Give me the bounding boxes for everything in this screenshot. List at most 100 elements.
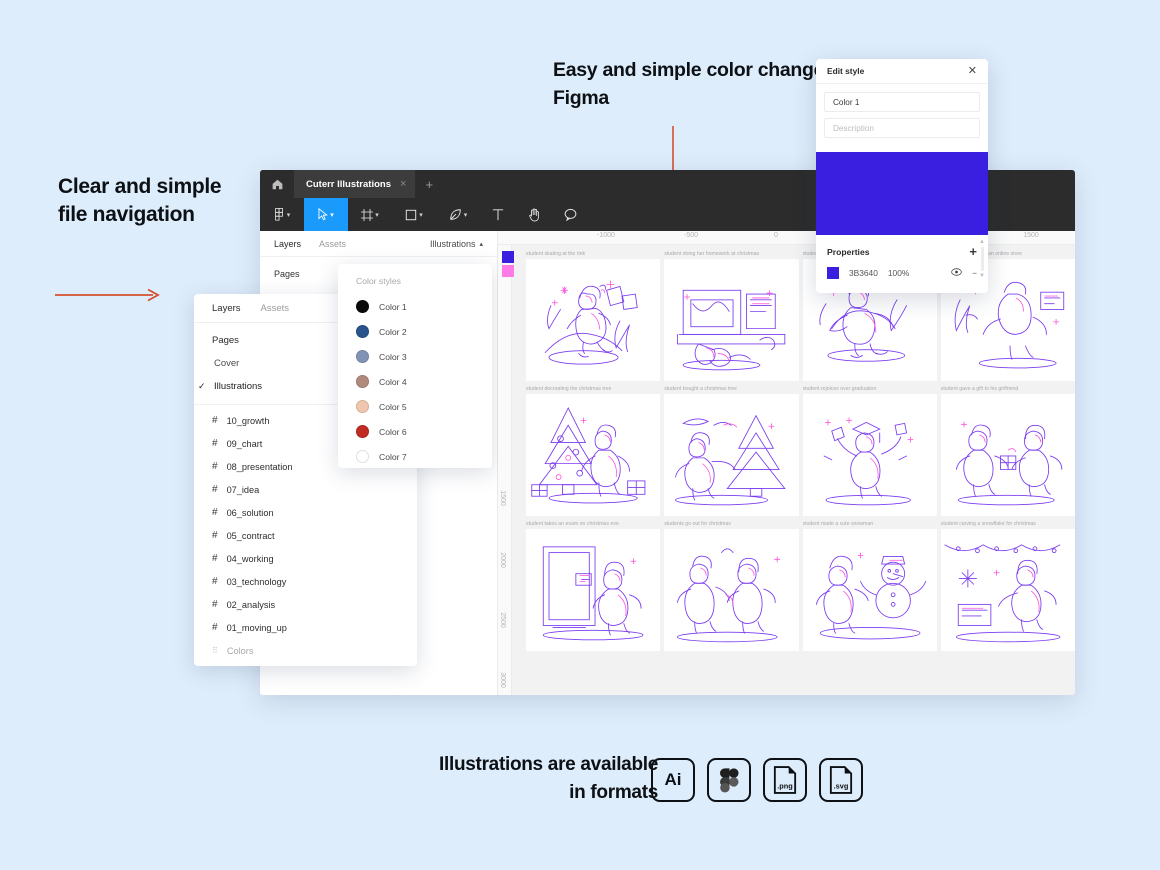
frame-artboard[interactable]: [526, 394, 660, 516]
color-style-item[interactable]: Color 4: [338, 369, 492, 394]
color-style-item[interactable]: Color 7: [338, 444, 492, 469]
new-tab-button[interactable]: +: [415, 170, 443, 198]
tab-assets[interactable]: Assets: [319, 239, 346, 249]
comment-tool[interactable]: [552, 198, 588, 231]
frame[interactable]: student bought a christmas tree: [664, 386, 798, 516]
color-style-item[interactable]: Color 2: [338, 319, 492, 344]
style-description-input[interactable]: Description: [824, 118, 980, 138]
frame-label: student made a cute snowman: [803, 521, 937, 527]
format-badge-svg[interactable]: .svg: [819, 758, 863, 802]
file-tab-title: Cuterr Illustrations: [306, 179, 391, 190]
frame[interactable]: student made a cute snowman: [803, 521, 937, 651]
layer-item[interactable]: #02_analysis: [194, 593, 417, 616]
frame[interactable]: student gave a gift to his girlfriend: [941, 386, 1075, 516]
home-button[interactable]: [260, 170, 294, 198]
frame[interactable]: student carving a snowflake for christma…: [941, 521, 1075, 651]
frame[interactable]: student decorating the christmas tree: [526, 386, 660, 516]
property-opacity-value[interactable]: 100%: [888, 268, 909, 278]
layer-label: 03_technology: [227, 577, 287, 587]
move-tool[interactable]: ▾: [304, 198, 348, 231]
color-style-label: Color 2: [379, 327, 407, 337]
figma-canvas[interactable]: -1000 -500 0 500 1000 1500 4000 45 1500 …: [498, 231, 1075, 695]
scrollbar[interactable]: ▲▼: [978, 239, 986, 279]
layer-label: 05_contract: [227, 531, 275, 541]
layer-item[interactable]: #01_moving_up: [194, 616, 417, 639]
layer-item[interactable]: #06_solution: [194, 501, 417, 524]
frame-artboard[interactable]: [526, 529, 660, 651]
frame[interactable]: student takes an exam on christmas eve: [526, 521, 660, 651]
frame-artboard[interactable]: [803, 529, 937, 651]
tab-assets[interactable]: Assets: [261, 303, 290, 314]
frame-label: student bought a christmas tree: [664, 386, 798, 392]
text-icon: [492, 208, 504, 221]
svg-text:.svg: .svg: [834, 781, 849, 790]
scroll-down-icon[interactable]: ▼: [979, 273, 985, 279]
text-tool[interactable]: [480, 198, 516, 231]
frame[interactable]: student doing her homework at christmas: [664, 251, 798, 381]
format-badge-png[interactable]: .png: [763, 758, 807, 802]
frame-artboard[interactable]: [664, 529, 798, 651]
promo-heading-formats: Illustrations are available in formats: [428, 751, 658, 807]
color-style-item[interactable]: Color 3: [338, 344, 492, 369]
frame-artboard[interactable]: [803, 394, 937, 516]
pen-tool[interactable]: ▾: [436, 198, 480, 231]
layer-item-colors[interactable]: ⠿ Colors: [194, 639, 417, 662]
frame[interactable]: students go out for christmas: [664, 521, 798, 651]
edit-style-title: Edit style: [827, 66, 864, 76]
format-badge-figma[interactable]: [707, 758, 751, 802]
illustration-skating: [526, 259, 660, 381]
color-swatch: [356, 450, 369, 463]
style-name-input[interactable]: Color 1: [824, 92, 980, 112]
frame-artboard[interactable]: [664, 394, 798, 516]
ruler-tick: 3000: [499, 672, 506, 688]
color-styles-popover: Color styles Color 1 Color 2 Color 3 Col…: [338, 264, 492, 468]
frame-row: student skating at the rink: [526, 251, 1075, 381]
color-style-item[interactable]: Color 1: [338, 294, 492, 319]
color-style-item[interactable]: Color 6: [338, 419, 492, 444]
layer-item[interactable]: #07_idea: [194, 478, 417, 501]
horizontal-ruler: -1000 -500 0 500 1000 1500 4000 45: [498, 231, 1075, 245]
close-icon[interactable]: ✕: [968, 66, 977, 77]
tab-layers[interactable]: Layers: [212, 303, 241, 314]
frame-artboard[interactable]: [941, 394, 1075, 516]
canvas-color-swatches[interactable]: [502, 251, 514, 277]
frame-artboard[interactable]: [941, 529, 1075, 651]
canvas-swatch-secondary[interactable]: [502, 265, 514, 277]
color-style-item[interactable]: Color 5: [338, 394, 492, 419]
property-row[interactable]: 3B3640 100% −: [827, 267, 977, 279]
layer-item[interactable]: #05_contract: [194, 524, 417, 547]
frame-tool[interactable]: ▾: [348, 198, 392, 231]
layer-label: 06_solution: [227, 508, 274, 518]
tab-layers[interactable]: Layers: [274, 239, 301, 249]
remove-property-button[interactable]: −: [972, 268, 977, 278]
frame[interactable]: student skating at the rink: [526, 251, 660, 381]
style-color-preview[interactable]: [816, 152, 988, 235]
format-badge-ai[interactable]: Ai: [651, 758, 695, 802]
canvas-swatch-primary[interactable]: [502, 251, 514, 263]
page-selector[interactable]: Illustrations ▴: [430, 239, 483, 249]
property-color-swatch[interactable]: [827, 267, 839, 279]
illustration-graduation: [803, 394, 937, 516]
eye-icon[interactable]: [951, 268, 962, 278]
illustration-decorating-tree: [526, 394, 660, 516]
layer-item[interactable]: #03_technology: [194, 570, 417, 593]
frame-label: student carving a snowflake for christma…: [941, 521, 1075, 527]
menu-tool[interactable]: ▾: [260, 198, 304, 231]
square-icon: [405, 209, 417, 221]
grid-icon: ⠿: [212, 646, 218, 655]
hash-icon: #: [212, 461, 218, 472]
frame-artboard[interactable]: [526, 259, 660, 381]
frame[interactable]: student rejoices over graduation: [803, 386, 937, 516]
frame-artboard[interactable]: [664, 259, 798, 381]
chevron-up-icon: ▴: [479, 240, 483, 248]
file-tab[interactable]: Cuterr Illustrations ×: [294, 170, 415, 198]
layer-item[interactable]: #04_working: [194, 547, 417, 570]
property-hex-value[interactable]: 3B3640: [849, 268, 878, 278]
shape-tool[interactable]: ▾: [392, 198, 436, 231]
color-style-label: Color 1: [379, 302, 407, 312]
scroll-up-icon[interactable]: ▲: [979, 239, 985, 245]
close-icon[interactable]: ×: [400, 178, 406, 190]
canvas-frames: student skating at the rink: [512, 245, 1075, 695]
hand-tool[interactable]: [516, 198, 552, 231]
add-property-button[interactable]: +: [969, 245, 977, 258]
